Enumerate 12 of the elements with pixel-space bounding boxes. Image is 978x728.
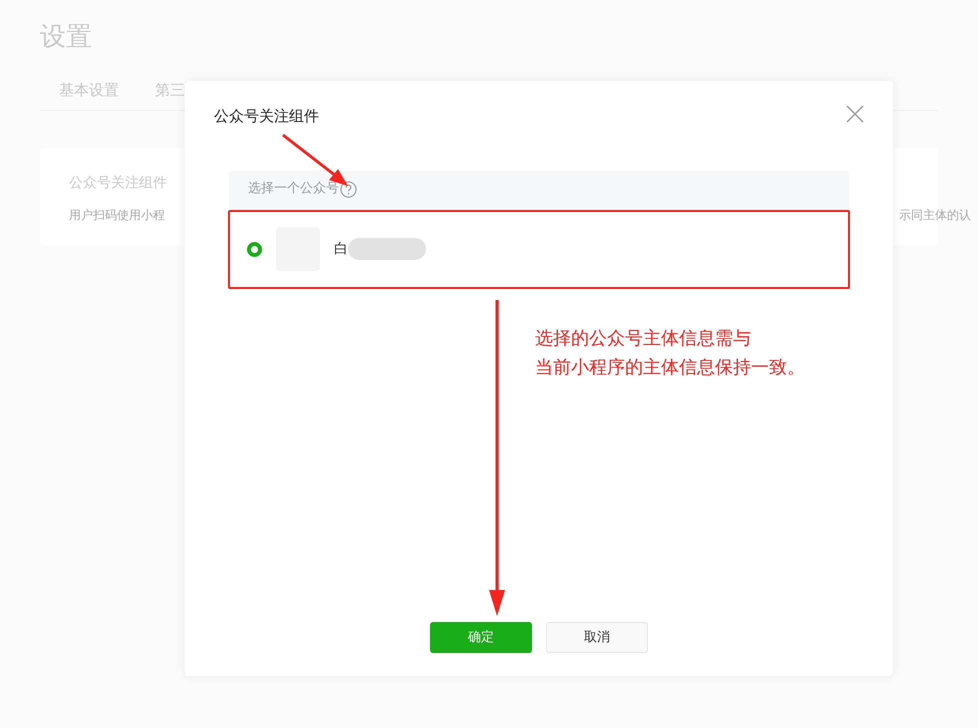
annotation-text: 选择的公众号主体信息需与 当前小程序的主体信息保持一致。 [535, 327, 805, 380]
confirm-button[interactable]: 确定 [430, 622, 532, 653]
account-option[interactable]: 白 [228, 210, 850, 288]
radio-button[interactable] [247, 242, 262, 256]
help-icon[interactable] [340, 180, 357, 198]
card-description: 示同主体的认 [899, 206, 971, 224]
close-icon[interactable] [845, 104, 865, 124]
dialog-title: 公众号关注组件 [214, 106, 319, 127]
section-label: 选择一个公众号 [248, 180, 339, 198]
card-description: 用户扫码使用小程 [69, 206, 165, 224]
cancel-button[interactable]: 取消 [546, 622, 648, 653]
account-name: 白 [334, 240, 348, 258]
